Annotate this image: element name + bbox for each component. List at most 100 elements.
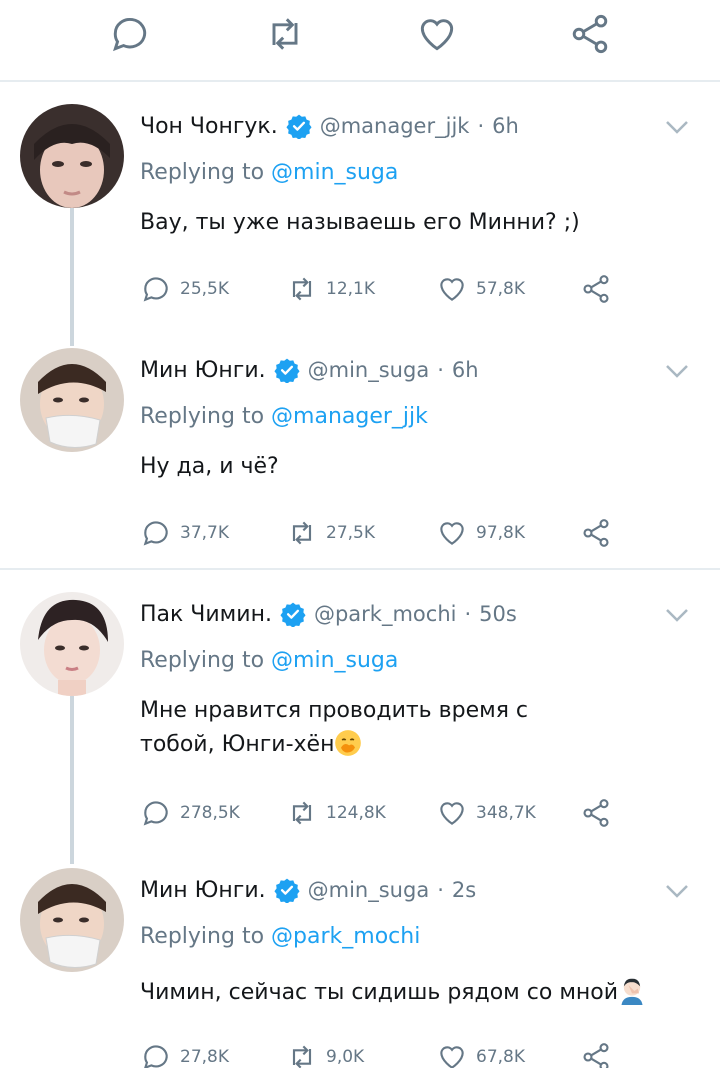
timestamp[interactable]: 50s xyxy=(479,602,517,626)
replying-label: Replying to xyxy=(140,160,265,185)
retweet-icon xyxy=(292,1045,312,1068)
replying-to-link[interactable]: @min_suga xyxy=(271,160,398,185)
chevron-down-icon[interactable] xyxy=(662,356,692,386)
display-name[interactable]: Чон Чонгук. xyxy=(140,114,278,139)
tweet-actions: 37,7K 27,5K 97,8K xyxy=(140,516,620,550)
like-button[interactable]: 348,7K xyxy=(436,796,536,830)
retweet-icon xyxy=(292,801,312,825)
reply-button[interactable]: 278,5K xyxy=(140,796,240,830)
share-icon xyxy=(583,1043,609,1068)
retweet-button[interactable]: 27,5K xyxy=(286,516,375,550)
reply-button[interactable]: 25,5K xyxy=(140,272,229,306)
reply-button[interactable]: 37,7K xyxy=(140,516,229,550)
reply-count: 37,7K xyxy=(180,523,229,543)
reply-icon xyxy=(143,277,168,302)
avatar[interactable] xyxy=(20,104,124,208)
like-button[interactable]: 97,8K xyxy=(436,516,525,550)
display-name[interactable]: Мин Юнги. xyxy=(140,358,266,383)
tweet-text: Мне нравится проводить время с тобой, Юн… xyxy=(140,694,600,762)
verified-badge-icon xyxy=(274,878,300,903)
like-icon xyxy=(440,1046,464,1068)
tweet-actions: 278,5K 124,8K 348,7K xyxy=(140,796,620,830)
replying-to: Replying to @manager_jjk xyxy=(140,404,428,429)
separator-dot: · xyxy=(464,602,472,626)
separator-dot: · xyxy=(437,358,444,382)
facepalm-emoji xyxy=(621,978,643,1005)
like-count: 348,7K xyxy=(476,803,536,823)
handle[interactable]: @min_suga xyxy=(308,358,430,382)
tweet-header: Пак Чимин. @park_mochi · 50s xyxy=(140,597,517,631)
display-name[interactable]: Пак Чимин. xyxy=(140,602,272,627)
like-icon[interactable] xyxy=(415,12,459,56)
tweet-text-content: Ну да, и чё? xyxy=(140,454,279,479)
reply-icon xyxy=(144,1045,168,1068)
tweet-text: Ну да, и чё? xyxy=(140,450,700,484)
reply-icon xyxy=(143,521,168,546)
like-icon xyxy=(440,802,464,825)
timestamp[interactable]: 2s xyxy=(452,878,476,902)
separator-dot: · xyxy=(477,114,485,138)
like-icon xyxy=(440,522,464,545)
replying-label: Replying to xyxy=(140,924,265,949)
retweet-count: 9,0K xyxy=(326,1047,365,1067)
replying-to-link[interactable]: @manager_jjk xyxy=(271,404,428,429)
reply-icon[interactable] xyxy=(108,12,152,56)
reply-count: 278,5K xyxy=(180,803,240,823)
display-name[interactable]: Мин Юнги. xyxy=(140,878,266,903)
replying-to: Replying to @park_mochi xyxy=(140,924,420,949)
thread-line xyxy=(70,208,74,346)
share-button[interactable] xyxy=(580,516,620,550)
avatar[interactable] xyxy=(20,868,124,972)
like-button[interactable]: 57,8K xyxy=(436,272,525,306)
replying-label: Replying to xyxy=(140,404,265,429)
separator-dot: · xyxy=(437,878,444,902)
tweet-text-content: Чимин, сейчас ты сидишь рядом со мной xyxy=(140,980,619,1005)
reply-count: 27,8K xyxy=(180,1047,229,1067)
share-button[interactable] xyxy=(580,1040,620,1068)
hand-over-mouth-emoji xyxy=(335,730,362,756)
verified-badge-icon xyxy=(274,358,300,383)
thread-line xyxy=(70,696,74,864)
replying-to-link[interactable]: @park_mochi xyxy=(271,924,420,949)
like-button[interactable]: 67,8K xyxy=(436,1040,525,1068)
retweet-count: 124,8K xyxy=(326,803,386,823)
tweet-text-content: Вау, ты уже называешь его Минни? ;) xyxy=(140,210,580,235)
chevron-down-icon[interactable] xyxy=(662,600,692,630)
handle[interactable]: @min_suga xyxy=(308,878,430,902)
share-icon xyxy=(583,275,609,303)
retweet-icon[interactable] xyxy=(263,12,307,56)
share-icon[interactable] xyxy=(568,12,612,56)
verified-badge-icon xyxy=(286,114,312,139)
like-count: 67,8K xyxy=(476,1047,525,1067)
timestamp[interactable]: 6h xyxy=(492,114,519,138)
tweet-text: Чимин, сейчас ты сидишь рядом со мной xyxy=(140,976,700,1010)
replying-to-link[interactable]: @min_suga xyxy=(271,648,398,673)
reply-button[interactable]: 27,8K xyxy=(140,1040,229,1068)
parent-tweet-actions xyxy=(0,0,720,80)
avatar[interactable] xyxy=(20,592,124,696)
tweet-actions: 27,8K 9,0K 67,8K xyxy=(140,1040,620,1068)
divider xyxy=(0,568,720,570)
retweet-button[interactable]: 12,1K xyxy=(286,272,375,306)
chevron-down-icon[interactable] xyxy=(662,876,692,906)
divider xyxy=(0,80,720,82)
handle[interactable]: @park_mochi xyxy=(314,602,457,626)
share-button[interactable] xyxy=(580,796,620,830)
reply-icon xyxy=(143,801,168,826)
like-icon xyxy=(440,278,464,301)
like-count: 97,8K xyxy=(476,523,525,543)
timestamp[interactable]: 6h xyxy=(452,358,479,382)
retweet-count: 27,5K xyxy=(326,523,375,543)
chevron-down-icon[interactable] xyxy=(662,112,692,142)
share-button[interactable] xyxy=(580,272,620,306)
verified-badge-icon xyxy=(280,602,306,627)
tweet-text: Вау, ты уже называешь его Минни? ;) xyxy=(140,206,700,240)
reply-count: 25,5K xyxy=(180,279,229,299)
handle[interactable]: @manager_jjk xyxy=(320,114,470,138)
retweet-button[interactable]: 9,0K xyxy=(286,1040,364,1068)
avatar[interactable] xyxy=(20,348,124,452)
tweet-actions: 25,5K 12,1K 57,8K xyxy=(140,272,620,306)
retweet-icon xyxy=(292,277,312,301)
retweet-button[interactable]: 124,8K xyxy=(286,796,386,830)
tweet-header: Мин Юнги. @min_suga · 6h xyxy=(140,353,479,387)
